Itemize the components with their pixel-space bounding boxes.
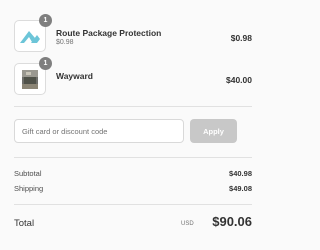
item-price: $0.98: [230, 33, 252, 43]
total-amount: $90.06: [212, 214, 252, 229]
shipping-value: $49.08: [229, 184, 252, 193]
divider: [14, 204, 252, 205]
total-label: Total: [14, 218, 35, 229]
apply-button[interactable]: Apply: [190, 119, 237, 143]
line-item-wayward: 1 Wayward $40.00: [14, 57, 252, 97]
divider: [14, 157, 252, 158]
discount-code-input[interactable]: [14, 119, 184, 143]
item-title: Route Package Protection: [56, 28, 162, 38]
quantity-badge: 1: [39, 14, 52, 27]
item-title: Wayward: [56, 71, 94, 81]
quantity-badge: 1: [39, 57, 52, 70]
divider: [14, 106, 252, 107]
item-subtitle: $0.98: [56, 39, 74, 46]
item-price: $40.00: [226, 75, 252, 85]
subtotal-label: Subtotal: [14, 169, 42, 178]
subtotal-value: $40.98: [229, 169, 252, 178]
shipping-label: Shipping: [14, 184, 44, 193]
total-currency: USD: [181, 221, 194, 227]
order-summary: 1 Route Package Protection $0.98 $0.98 1…: [0, 0, 264, 250]
line-item-route-package-protection: 1 Route Package Protection $0.98 $0.98: [14, 14, 252, 54]
